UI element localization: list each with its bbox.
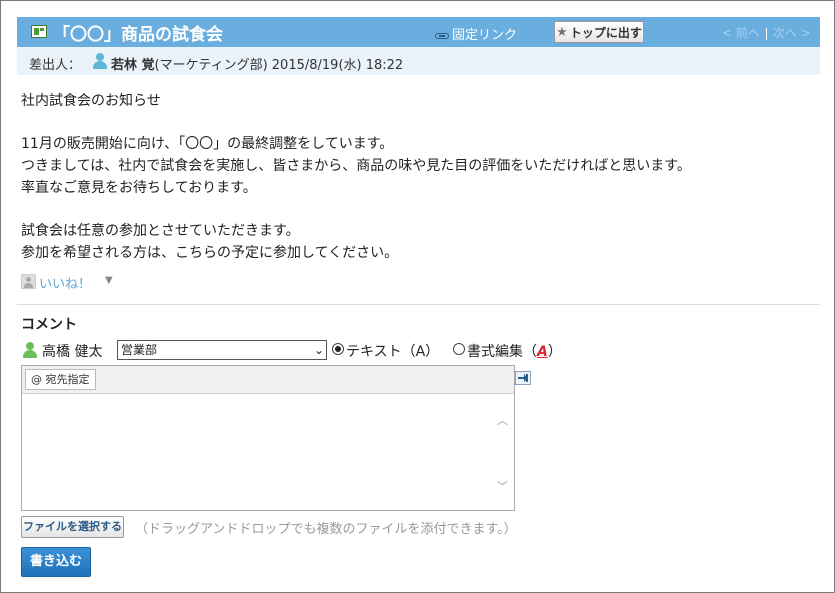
permalink-label: 固定リンク xyxy=(452,28,518,43)
text-mode-radio[interactable] xyxy=(332,343,344,355)
move-to-top-label: トップに出す xyxy=(569,25,642,40)
title-bar: 「〇〇」商品の試食会 固定リンク ★ トップに出す < 前へ 次へ > xyxy=(17,17,820,47)
rich-mode-label[interactable]: 書式編集（A） xyxy=(467,341,562,361)
text-mode-label[interactable]: テキスト（A） xyxy=(346,341,439,361)
commenter-row: 高橋 健太 営業部 ⌄ テキスト（A） 書式編集（A） xyxy=(21,340,621,362)
prev-link[interactable]: < 前へ xyxy=(722,26,760,40)
permalink-link[interactable]: 固定リンク xyxy=(435,24,517,43)
prev-next-nav: < 前へ 次へ > xyxy=(722,24,811,41)
move-to-top-button[interactable]: ★ トップに出す xyxy=(554,21,644,43)
like-user-icon xyxy=(21,274,36,289)
sender-info: 若林 覚(マーケティング部) 2015/8/19(水) 18:22 xyxy=(111,54,403,73)
sender-bar: 差出人： 若林 覚(マーケティング部) 2015/8/19(水) 18:22 xyxy=(17,47,820,75)
format-edit-icon: A xyxy=(537,344,548,360)
link-icon xyxy=(435,32,449,39)
commenter-name: 高橋 健太 xyxy=(42,344,103,360)
user-icon xyxy=(93,53,107,69)
editor-toolbar: @ 宛先指定 xyxy=(22,366,514,394)
scroll-down-icon[interactable]: ﹀ xyxy=(497,478,508,494)
star-icon: ★ xyxy=(556,24,568,40)
like-dropdown-icon[interactable]: ▼ xyxy=(105,275,113,286)
rich-mode-radio[interactable] xyxy=(453,343,465,355)
expand-editor-icon[interactable] xyxy=(515,371,531,385)
comment-editor: @ 宛先指定 ︿ ﹀ xyxy=(21,365,515,511)
message-app-icon xyxy=(31,25,47,38)
like-button[interactable]: いいね！ xyxy=(39,273,91,292)
section-divider xyxy=(17,304,820,305)
submit-comment-button[interactable]: 書き込む xyxy=(21,547,91,577)
rich-mode-label-prefix: 書式編集（ xyxy=(467,344,537,360)
next-link[interactable]: 次へ > xyxy=(773,26,811,40)
chevron-down-icon: ⌄ xyxy=(313,343,324,357)
comment-heading: コメント xyxy=(21,317,77,333)
sender-label: 差出人： xyxy=(29,58,82,73)
choose-file-button[interactable]: ファイルを選択する xyxy=(21,516,124,538)
comment-textarea[interactable] xyxy=(22,395,514,510)
mention-button[interactable]: @ 宛先指定 xyxy=(25,369,96,390)
sent-datetime: 2015/8/19(水) 18:22 xyxy=(271,58,404,73)
sender-name[interactable]: 若林 覚 xyxy=(111,58,155,73)
rich-mode-label-suffix: ） xyxy=(547,344,562,360)
commenter-user-icon xyxy=(23,342,37,358)
file-drop-hint: （ドラッグアンドドロップでも複数のファイルを添付できます。） xyxy=(135,522,517,537)
message-window: 「〇〇」商品の試食会 固定リンク ★ トップに出す < 前へ 次へ > 差出人： 若… xyxy=(0,0,835,593)
sender-department: (マーケティング部) xyxy=(154,58,268,73)
nav-divider xyxy=(765,27,767,40)
department-select-value: 営業部 xyxy=(121,343,158,357)
page-title: 「〇〇」商品の試食会 xyxy=(53,25,223,45)
message-body: 社内試食会のお知らせ 11月の販売開始に向け、「〇〇」の最終調整をしています。 … xyxy=(21,93,691,261)
scroll-up-icon[interactable]: ︿ xyxy=(497,412,508,428)
department-select[interactable]: 営業部 ⌄ xyxy=(117,340,327,360)
